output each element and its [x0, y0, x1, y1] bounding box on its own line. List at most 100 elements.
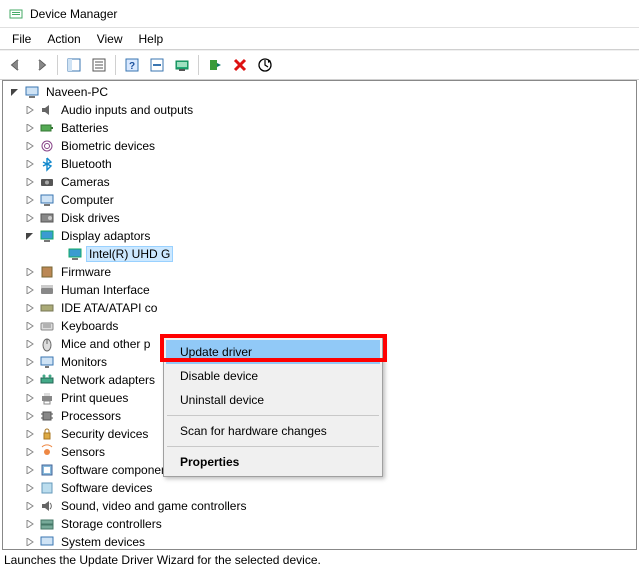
- ctx-scan-hardware[interactable]: Scan for hardware changes: [166, 419, 380, 443]
- tree-category-display[interactable]: Display adaptors: [5, 227, 636, 245]
- menubar: File Action View Help: [0, 28, 639, 50]
- ctx-disable-device[interactable]: Disable device: [166, 364, 380, 388]
- tree-category[interactable]: IDE ATA/ATAPI co: [5, 299, 636, 317]
- ctx-uninstall-device[interactable]: Uninstall device: [166, 388, 380, 412]
- tree-label: Firmware: [58, 264, 114, 280]
- tree-category[interactable]: Human Interface: [5, 281, 636, 299]
- toolbar-sep: [198, 55, 199, 75]
- expander-icon[interactable]: [22, 211, 37, 226]
- scan-hardware-button[interactable]: [253, 53, 277, 77]
- expander-icon[interactable]: [22, 481, 37, 496]
- tree-category[interactable]: System devices: [5, 533, 636, 550]
- toolbar-sep: [115, 55, 116, 75]
- tree-category[interactable]: Batteries: [5, 119, 636, 137]
- network-icon: [39, 372, 55, 388]
- expander-icon[interactable]: [22, 229, 37, 244]
- tree-category[interactable]: Sound, video and game controllers: [5, 497, 636, 515]
- show-hide-tree-button[interactable]: [62, 53, 86, 77]
- expander-icon[interactable]: [22, 337, 37, 352]
- toolbar: ?: [0, 50, 639, 80]
- tree-category[interactable]: Keyboards: [5, 317, 636, 335]
- expander-icon[interactable]: [22, 139, 37, 154]
- statusbar: Launches the Update Driver Wizard for th…: [0, 551, 639, 569]
- software-component-icon: [39, 462, 55, 478]
- tree-label: Human Interface: [58, 282, 153, 298]
- menu-file[interactable]: File: [4, 30, 39, 48]
- expander-icon[interactable]: [22, 355, 37, 370]
- properties-button[interactable]: [87, 53, 111, 77]
- tree-root[interactable]: Naveen-PC: [5, 83, 636, 101]
- expander-icon[interactable]: [22, 175, 37, 190]
- menu-action[interactable]: Action: [39, 30, 88, 48]
- tree-category[interactable]: Bluetooth: [5, 155, 636, 173]
- tree-category[interactable]: Audio inputs and outputs: [5, 101, 636, 119]
- enable-device-button[interactable]: [203, 53, 227, 77]
- device-tree[interactable]: Naveen-PC Audio inputs and outputs Batte…: [3, 81, 636, 550]
- svg-text:?: ?: [129, 61, 135, 72]
- expander-icon[interactable]: [22, 445, 37, 460]
- expander-icon[interactable]: [22, 193, 37, 208]
- expander-icon[interactable]: [22, 499, 37, 514]
- ctx-update-driver[interactable]: Update driver: [166, 340, 380, 364]
- spacer: [50, 247, 65, 262]
- action-button[interactable]: [145, 53, 169, 77]
- tree-category[interactable]: Cameras: [5, 173, 636, 191]
- expander-icon[interactable]: [22, 121, 37, 136]
- expander-icon[interactable]: [22, 157, 37, 172]
- computer-icon: [39, 192, 55, 208]
- forward-button[interactable]: [29, 53, 53, 77]
- expander-icon[interactable]: [22, 319, 37, 334]
- window-title: Device Manager: [30, 7, 117, 21]
- tree-label: Cameras: [58, 174, 113, 190]
- ctx-separator: [167, 446, 379, 447]
- processor-icon: [39, 408, 55, 424]
- tree-label: IDE ATA/ATAPI co: [58, 300, 160, 316]
- expander-icon[interactable]: [22, 283, 37, 298]
- tree-label: Bluetooth: [58, 156, 115, 172]
- tree-label: Computer: [58, 192, 117, 208]
- tree-category[interactable]: Firmware: [5, 263, 636, 281]
- ctx-properties[interactable]: Properties: [166, 450, 380, 474]
- ctx-separator: [167, 415, 379, 416]
- expander-icon[interactable]: [22, 301, 37, 316]
- back-button[interactable]: [4, 53, 28, 77]
- security-icon: [39, 426, 55, 442]
- tree-label: Sensors: [58, 444, 108, 460]
- bluetooth-icon: [39, 156, 55, 172]
- tree-category[interactable]: Computer: [5, 191, 636, 209]
- expander-icon[interactable]: [22, 463, 37, 478]
- expander-icon[interactable]: [7, 85, 22, 100]
- expander-icon[interactable]: [22, 265, 37, 280]
- tree-label: Disk drives: [58, 210, 123, 226]
- audio-icon: [39, 102, 55, 118]
- sensor-icon: [39, 444, 55, 460]
- menu-view[interactable]: View: [89, 30, 131, 48]
- tree-label: Security devices: [58, 426, 151, 442]
- display-icon: [39, 228, 55, 244]
- menu-help[interactable]: Help: [131, 30, 172, 48]
- tree-device-intel-uhd[interactable]: Intel(R) UHD G: [5, 245, 636, 263]
- hid-icon: [39, 282, 55, 298]
- tree-category[interactable]: Software devices: [5, 479, 636, 497]
- expander-icon[interactable]: [22, 103, 37, 118]
- expander-icon[interactable]: [22, 373, 37, 388]
- expander-icon[interactable]: [22, 409, 37, 424]
- expander-icon[interactable]: [22, 517, 37, 532]
- help-button[interactable]: ?: [120, 53, 144, 77]
- expander-icon[interactable]: [22, 427, 37, 442]
- tree-label: Software components: [58, 462, 180, 478]
- tree-label: Biometric devices: [58, 138, 158, 154]
- firmware-icon: [39, 264, 55, 280]
- update-driver-button[interactable]: [170, 53, 194, 77]
- expander-icon[interactable]: [22, 535, 37, 550]
- monitor-icon: [39, 354, 55, 370]
- statusbar-text: Launches the Update Driver Wizard for th…: [4, 553, 321, 567]
- tree-category[interactable]: Storage controllers: [5, 515, 636, 533]
- tree-label: System devices: [58, 534, 148, 550]
- uninstall-button[interactable]: [228, 53, 252, 77]
- tree-category[interactable]: Disk drives: [5, 209, 636, 227]
- printer-icon: [39, 390, 55, 406]
- tree-label: Batteries: [58, 120, 111, 136]
- expander-icon[interactable]: [22, 391, 37, 406]
- tree-category[interactable]: Biometric devices: [5, 137, 636, 155]
